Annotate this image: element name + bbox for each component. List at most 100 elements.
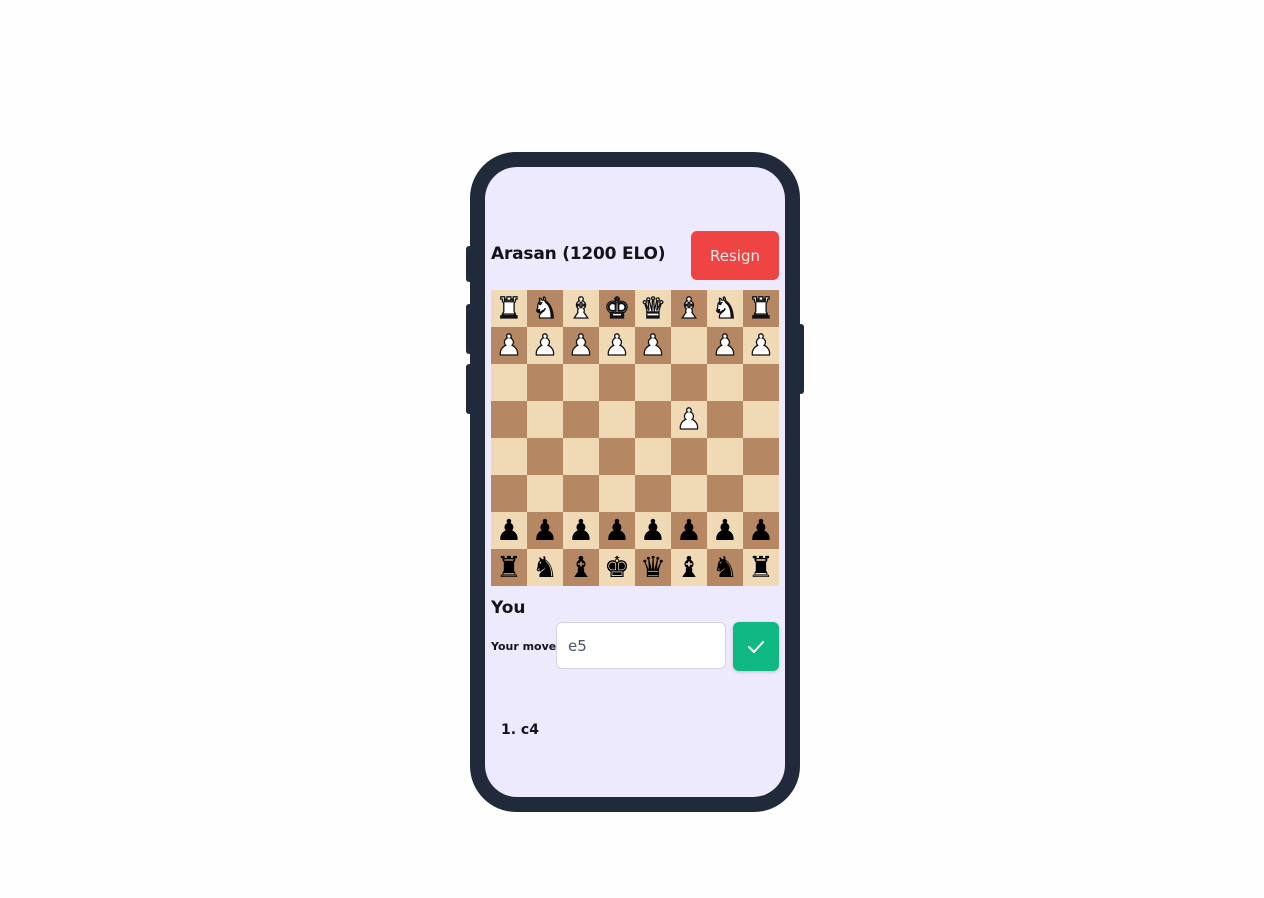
board-square-c1[interactable]: ♝ (671, 290, 707, 327)
black-rook-icon[interactable]: ♜ (748, 553, 774, 582)
board-square-f3[interactable] (563, 364, 599, 401)
white-king-icon[interactable]: ♚ (603, 293, 630, 323)
board-square-a3[interactable] (743, 364, 779, 401)
board-square-e5[interactable] (599, 438, 635, 475)
resign-button[interactable]: Resign (691, 231, 779, 280)
board-square-h8[interactable]: ♜ (491, 549, 527, 586)
board-square-g5[interactable] (527, 438, 563, 475)
board-square-b1[interactable]: ♞ (707, 290, 743, 327)
board-square-f2[interactable]: ♟ (563, 327, 599, 364)
white-pawn-icon[interactable]: ♟ (747, 330, 774, 360)
submit-move-button[interactable] (733, 622, 779, 671)
board-square-h3[interactable] (491, 364, 527, 401)
white-rook-icon[interactable]: ♜ (747, 293, 774, 323)
board-square-g7[interactable]: ♟ (527, 512, 563, 549)
black-pawn-icon[interactable]: ♟ (748, 516, 774, 545)
board-square-b7[interactable]: ♟ (707, 512, 743, 549)
board-square-g4[interactable] (527, 401, 563, 438)
white-pawn-icon[interactable]: ♟ (531, 330, 558, 360)
board-square-d2[interactable]: ♟ (635, 327, 671, 364)
black-bishop-icon[interactable]: ♝ (568, 553, 594, 582)
board-square-g1[interactable]: ♞ (527, 290, 563, 327)
white-pawn-icon[interactable]: ♟ (639, 330, 666, 360)
white-pawn-icon[interactable]: ♟ (495, 330, 522, 360)
white-bishop-icon[interactable]: ♝ (567, 293, 594, 323)
white-pawn-icon[interactable]: ♟ (711, 330, 738, 360)
board-square-d3[interactable] (635, 364, 671, 401)
board-square-b6[interactable] (707, 475, 743, 512)
board-square-d4[interactable] (635, 401, 671, 438)
white-rook-icon[interactable]: ♜ (495, 293, 522, 323)
white-pawn-icon[interactable]: ♟ (603, 330, 630, 360)
board-square-a2[interactable]: ♟ (743, 327, 779, 364)
board-square-c5[interactable] (671, 438, 707, 475)
board-square-d8[interactable]: ♛ (635, 549, 671, 586)
board-square-c4[interactable]: ♟ (671, 401, 707, 438)
board-square-c3[interactable] (671, 364, 707, 401)
board-square-d1[interactable]: ♛ (635, 290, 671, 327)
board-square-a8[interactable]: ♜ (743, 549, 779, 586)
board-square-d6[interactable] (635, 475, 671, 512)
white-knight-icon[interactable]: ♞ (531, 293, 558, 323)
black-pawn-icon[interactable]: ♟ (532, 516, 558, 545)
white-pawn-icon[interactable]: ♟ (567, 330, 594, 360)
board-square-c7[interactable]: ♟ (671, 512, 707, 549)
board-square-g3[interactable] (527, 364, 563, 401)
board-square-a6[interactable] (743, 475, 779, 512)
black-pawn-icon[interactable]: ♟ (604, 516, 630, 545)
white-knight-icon[interactable]: ♞ (711, 293, 738, 323)
board-square-a5[interactable] (743, 438, 779, 475)
board-square-a4[interactable] (743, 401, 779, 438)
black-pawn-icon[interactable]: ♟ (676, 516, 702, 545)
board-square-e3[interactable] (599, 364, 635, 401)
board-square-g2[interactable]: ♟ (527, 327, 563, 364)
board-square-b5[interactable] (707, 438, 743, 475)
board-square-f8[interactable]: ♝ (563, 549, 599, 586)
board-square-a7[interactable]: ♟ (743, 512, 779, 549)
white-queen-icon[interactable]: ♛ (639, 293, 666, 323)
black-rook-icon[interactable]: ♜ (496, 553, 522, 582)
black-queen-icon[interactable]: ♛ (640, 553, 666, 582)
board-square-h1[interactable]: ♜ (491, 290, 527, 327)
board-square-e7[interactable]: ♟ (599, 512, 635, 549)
black-king-icon[interactable]: ♚ (604, 553, 630, 582)
black-knight-icon[interactable]: ♞ (532, 553, 558, 582)
board-square-g6[interactable] (527, 475, 563, 512)
board-square-h7[interactable]: ♟ (491, 512, 527, 549)
board-square-b3[interactable] (707, 364, 743, 401)
board-square-c8[interactable]: ♝ (671, 549, 707, 586)
board-square-d7[interactable]: ♟ (635, 512, 671, 549)
board-square-b2[interactable]: ♟ (707, 327, 743, 364)
board-square-h6[interactable] (491, 475, 527, 512)
chess-board[interactable]: ♜ ♞ ♝ ♚ ♛ ♝ ♞ ♜ ♟ ♟ ♟ ♟ ♟ ♟ ♟ ♟ ♟ ♟ ♟ ♟ ♟ ♟ ♟ ♟ ♜ ♞ ♝ ♚ ♛ ♝ ♞ ♜ (491, 290, 779, 586)
board-square-d5[interactable] (635, 438, 671, 475)
board-square-f4[interactable] (563, 401, 599, 438)
white-pawn-icon[interactable]: ♟ (675, 404, 702, 434)
board-square-c6[interactable] (671, 475, 707, 512)
black-pawn-icon[interactable]: ♟ (496, 516, 522, 545)
board-square-b4[interactable] (707, 401, 743, 438)
board-square-f1[interactable]: ♝ (563, 290, 599, 327)
move-input[interactable] (556, 622, 726, 669)
board-square-c2[interactable] (671, 327, 707, 364)
board-square-f7[interactable]: ♟ (563, 512, 599, 549)
board-square-g8[interactable]: ♞ (527, 549, 563, 586)
board-square-h4[interactable] (491, 401, 527, 438)
black-bishop-icon[interactable]: ♝ (676, 553, 702, 582)
board-square-f6[interactable] (563, 475, 599, 512)
black-knight-icon[interactable]: ♞ (712, 553, 738, 582)
board-square-f5[interactable] (563, 438, 599, 475)
board-square-b8[interactable]: ♞ (707, 549, 743, 586)
board-square-e4[interactable] (599, 401, 635, 438)
board-square-e6[interactable] (599, 475, 635, 512)
black-pawn-icon[interactable]: ♟ (568, 516, 594, 545)
board-square-e2[interactable]: ♟ (599, 327, 635, 364)
board-square-h2[interactable]: ♟ (491, 327, 527, 364)
black-pawn-icon[interactable]: ♟ (712, 516, 738, 545)
board-square-h5[interactable] (491, 438, 527, 475)
board-square-a1[interactable]: ♜ (743, 290, 779, 327)
black-pawn-icon[interactable]: ♟ (640, 516, 666, 545)
board-square-e8[interactable]: ♚ (599, 549, 635, 586)
white-bishop-icon[interactable]: ♝ (675, 293, 702, 323)
board-square-e1[interactable]: ♚ (599, 290, 635, 327)
